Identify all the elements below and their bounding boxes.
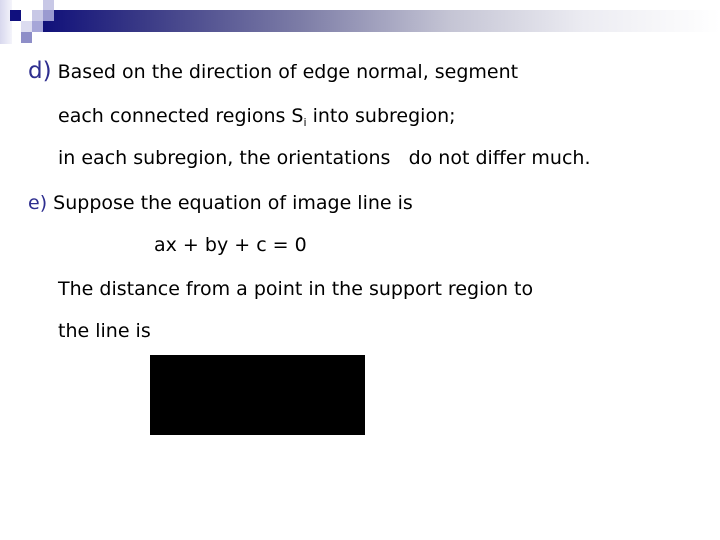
header-corner-fade [0, 0, 12, 44]
header-square-decoration [10, 10, 21, 21]
header-square-decoration [43, 10, 54, 21]
bullet-e: e) Suppose the equation of image line is [28, 191, 413, 215]
header-square-decoration [21, 21, 32, 32]
line-equation: ax + by + c = 0 [154, 233, 307, 257]
bullet-e-continuation-2-text: the line is [58, 320, 151, 342]
header-square-decoration [32, 21, 43, 32]
bullet-d-continuation-2-text: in each subregion, the orientations do n… [58, 147, 591, 169]
line-equation-text: ax + by + c = 0 [154, 234, 307, 256]
bullet-d: d) Based on the direction of edge normal… [28, 59, 518, 84]
bullet-label-d: d) [28, 58, 52, 84]
bullet-e-continuation-2: the line is [58, 319, 151, 343]
text-after-subscript: into subregion; [306, 105, 456, 127]
bullet-d-text: Based on the direction of edge normal, s… [57, 61, 519, 83]
slide: d) Based on the direction of edge normal… [0, 0, 720, 540]
header-square-decoration [21, 32, 32, 43]
text-before-subscript: each connected regions S [58, 105, 304, 127]
header-gradient-bar [42, 10, 720, 32]
header-square-decoration [32, 10, 43, 21]
distance-formula-image [150, 355, 365, 435]
bullet-e-text: Suppose the equation of image line is [53, 192, 413, 214]
bullet-d-continuation-2: in each subregion, the orientations do n… [58, 146, 591, 170]
bullet-e-continuation-1: The distance from a point in the support… [58, 277, 533, 301]
bullet-label-e: e) [28, 192, 48, 214]
bullet-e-continuation-1-text: The distance from a point in the support… [58, 278, 534, 300]
bullet-d-continuation-1: each connected regions Si into subregion… [58, 104, 456, 128]
